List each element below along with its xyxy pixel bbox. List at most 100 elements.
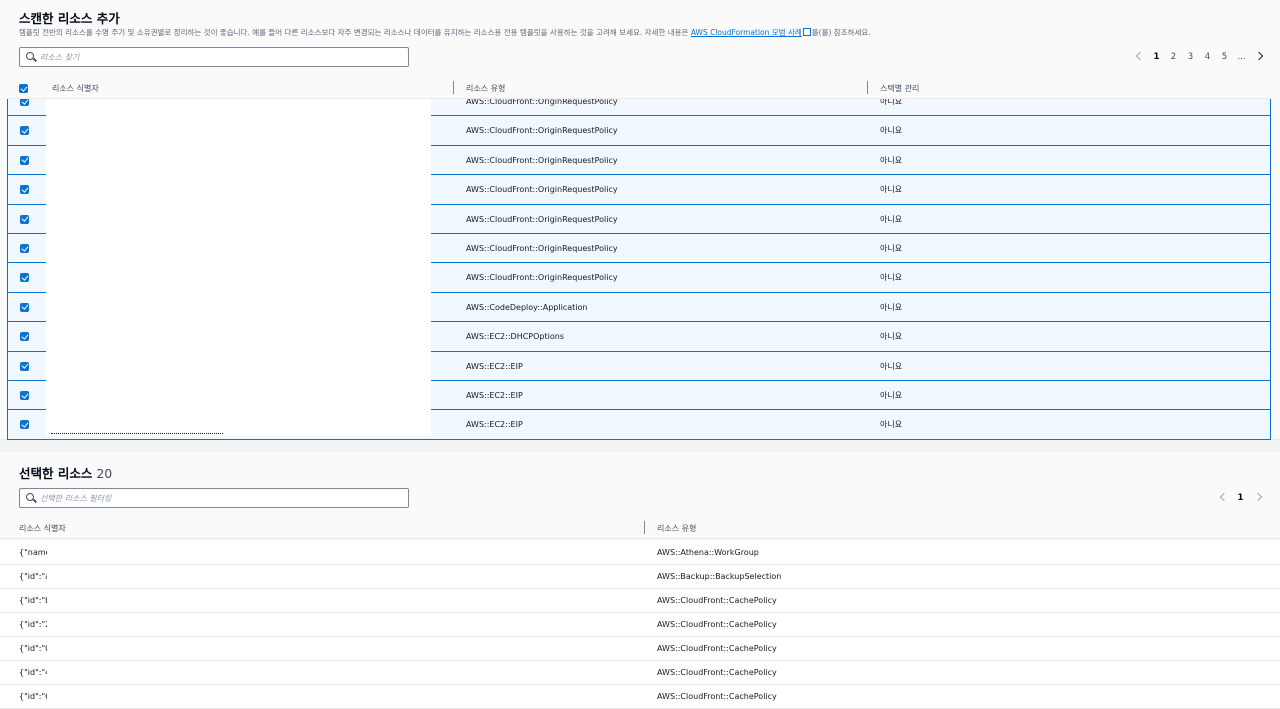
scanned-resources-panel: 스캔한 리소스 추가 템플릿 전반의 리소스를 수명 주기 및 소유권별로 정리… bbox=[0, 0, 1280, 440]
resource-identifier-cell: {"id":"b bbox=[19, 596, 51, 605]
table-row[interactable]: {"id":"4 AWS::CloudFront::CachePolicy bbox=[0, 661, 1280, 685]
redacted-identifier bbox=[47, 589, 635, 612]
resource-type-cell: AWS::CloudFront::CachePolicy bbox=[657, 596, 777, 605]
resource-type-cell: AWS::CloudFront::OriginRequestPolicy bbox=[466, 273, 618, 283]
resource-type-cell: AWS::Backup::BackupSelection bbox=[657, 572, 782, 581]
table-row[interactable]: {"id":"2 AWS::CloudFront::CachePolicy bbox=[0, 613, 1280, 637]
resource-search-input[interactable] bbox=[40, 50, 400, 64]
page-5[interactable]: 5 bbox=[1216, 52, 1233, 62]
managed-cell: 아니요 bbox=[880, 420, 903, 430]
selected-resources-title: 선택한 리소스 20 bbox=[19, 463, 112, 482]
row-checkbox[interactable] bbox=[20, 420, 29, 430]
selected-pagination: 1 bbox=[1215, 492, 1266, 503]
resource-identifier-cell: {"name bbox=[19, 548, 51, 557]
column-header-identifier[interactable]: 리소스 식별자 bbox=[52, 83, 99, 94]
managed-cell: 아니요 bbox=[880, 332, 903, 342]
row-checkbox[interactable] bbox=[20, 185, 29, 195]
table-row[interactable]: {"name AWS::Athena::WorkGroup bbox=[0, 541, 1280, 565]
managed-cell: 아니요 bbox=[880, 185, 903, 195]
resource-type-cell: AWS::Athena::WorkGroup bbox=[657, 548, 759, 557]
panel-separator bbox=[0, 440, 1280, 452]
resource-type-cell: AWS::CloudFront::OriginRequestPolicy bbox=[466, 214, 618, 224]
chevron-left-icon bbox=[1219, 492, 1228, 502]
selected-table-header: 리소스 식별자 리소스 유형 bbox=[0, 517, 1280, 539]
column-header-type[interactable]: 리소스 유형 bbox=[466, 83, 505, 94]
row-checkbox[interactable] bbox=[20, 332, 29, 342]
description-suffix: 를(를) 참조하세요. bbox=[811, 28, 871, 37]
column-header-identifier[interactable]: 리소스 식별자 bbox=[19, 523, 66, 534]
resource-type-cell: AWS::CloudFront::OriginRequestPolicy bbox=[466, 126, 618, 136]
search-icon bbox=[26, 493, 34, 501]
resource-type-cell: AWS::EC2::EIP bbox=[466, 391, 523, 400]
description-text: 템플릿 전반의 리소스를 수명 주기 및 소유권별로 정리하는 것이 좋습니다.… bbox=[19, 28, 691, 37]
resource-type-cell: AWS::EC2::EIP bbox=[466, 361, 523, 371]
managed-cell: 아니요 bbox=[880, 273, 903, 283]
next-page-button[interactable] bbox=[1249, 492, 1266, 503]
select-all-checkbox[interactable] bbox=[19, 84, 28, 93]
search-icon bbox=[26, 52, 34, 60]
row-checkbox[interactable] bbox=[20, 302, 29, 312]
external-link-icon bbox=[802, 28, 811, 36]
resource-type-cell: AWS::CloudFront::OriginRequestPolicy bbox=[466, 185, 618, 195]
resource-identifier-cell: {"id":"2 bbox=[19, 620, 51, 629]
redacted-identifier bbox=[47, 613, 635, 636]
table-row[interactable]: {"id":"a AWS::Backup::BackupSelection bbox=[0, 565, 1280, 589]
resource-search-field[interactable] bbox=[19, 47, 409, 67]
selected-filter-field[interactable] bbox=[19, 488, 409, 508]
selected-filter-input[interactable] bbox=[40, 491, 400, 505]
selected-count: 20 bbox=[96, 466, 113, 481]
table-row[interactable]: {"id":"6 AWS::CloudFront::CachePolicy bbox=[0, 685, 1280, 709]
best-practices-link[interactable]: AWS CloudFormation 모범 사례 bbox=[691, 28, 802, 37]
managed-cell: 아니요 bbox=[880, 99, 903, 106]
redacted-identifier-area bbox=[46, 99, 431, 436]
row-checkbox[interactable] bbox=[20, 244, 29, 253]
resource-type-cell: AWS::CloudFront::CachePolicy bbox=[657, 644, 777, 653]
page-2[interactable]: 2 bbox=[1165, 52, 1182, 62]
page-1[interactable]: 1 bbox=[1148, 52, 1165, 62]
managed-cell: 아니요 bbox=[880, 126, 903, 136]
row-checkbox[interactable] bbox=[20, 126, 29, 136]
row-checkbox[interactable] bbox=[20, 155, 29, 165]
resource-identifier-cell: {"id":"a bbox=[19, 572, 51, 581]
column-header-managed[interactable]: 스택별 관리 bbox=[880, 83, 919, 94]
column-resizer[interactable] bbox=[644, 521, 645, 534]
redacted-identifier bbox=[47, 565, 635, 588]
managed-cell: 아니요 bbox=[880, 155, 903, 165]
resource-identifier-cell: {"id":"0 bbox=[19, 644, 51, 653]
resource-type-cell: AWS::EC2::DHCPOptions bbox=[466, 332, 564, 342]
column-resizer[interactable] bbox=[453, 81, 454, 94]
page-1[interactable]: 1 bbox=[1232, 493, 1249, 503]
column-header-type[interactable]: 리소스 유형 bbox=[657, 523, 696, 534]
managed-cell: 아니요 bbox=[880, 302, 903, 312]
managed-cell: 아니요 bbox=[880, 244, 903, 253]
row-checkbox[interactable] bbox=[20, 99, 29, 106]
scanned-pagination: 1 2 3 4 5 ... bbox=[1131, 51, 1267, 62]
scanned-resources-description: 템플릿 전반의 리소스를 수명 주기 및 소유권별로 정리하는 것이 좋습니다.… bbox=[19, 27, 871, 38]
row-checkbox[interactable] bbox=[20, 214, 29, 224]
resource-type-cell: AWS::CloudFront::CachePolicy bbox=[657, 668, 777, 677]
managed-cell: 아니요 bbox=[880, 391, 903, 400]
table-row[interactable]: {"id":"b AWS::CloudFront::CachePolicy bbox=[0, 589, 1280, 613]
page-3[interactable]: 3 bbox=[1182, 52, 1199, 62]
resource-type-cell: AWS::CloudFront::CachePolicy bbox=[657, 620, 777, 629]
resource-type-cell: AWS::CodeDeploy::Application bbox=[466, 302, 588, 312]
next-page-button[interactable] bbox=[1250, 51, 1267, 62]
row-checkbox[interactable] bbox=[20, 273, 29, 283]
row-checkbox[interactable] bbox=[20, 361, 29, 371]
chevron-left-icon bbox=[1135, 51, 1144, 61]
prev-page-button[interactable] bbox=[1215, 492, 1232, 503]
resource-identifier-cell: {"id":"4 bbox=[19, 668, 51, 677]
redacted-identifier bbox=[47, 541, 635, 564]
redacted-identifier bbox=[47, 637, 635, 660]
page-4[interactable]: 4 bbox=[1199, 52, 1216, 62]
resource-type-cell: AWS::EC2::EIP bbox=[466, 420, 523, 430]
row-checkbox[interactable] bbox=[20, 391, 29, 400]
redacted-identifier-underline bbox=[51, 429, 223, 434]
chevron-right-icon bbox=[1254, 51, 1263, 61]
column-resizer[interactable] bbox=[867, 81, 868, 94]
scanned-resources-title: 스캔한 리소스 추가 bbox=[19, 11, 120, 26]
prev-page-button[interactable] bbox=[1131, 51, 1148, 62]
table-row[interactable]: {"id":"0 AWS::CloudFront::CachePolicy bbox=[0, 637, 1280, 661]
redacted-identifier bbox=[47, 685, 635, 708]
page-ellipsis: ... bbox=[1237, 52, 1246, 62]
